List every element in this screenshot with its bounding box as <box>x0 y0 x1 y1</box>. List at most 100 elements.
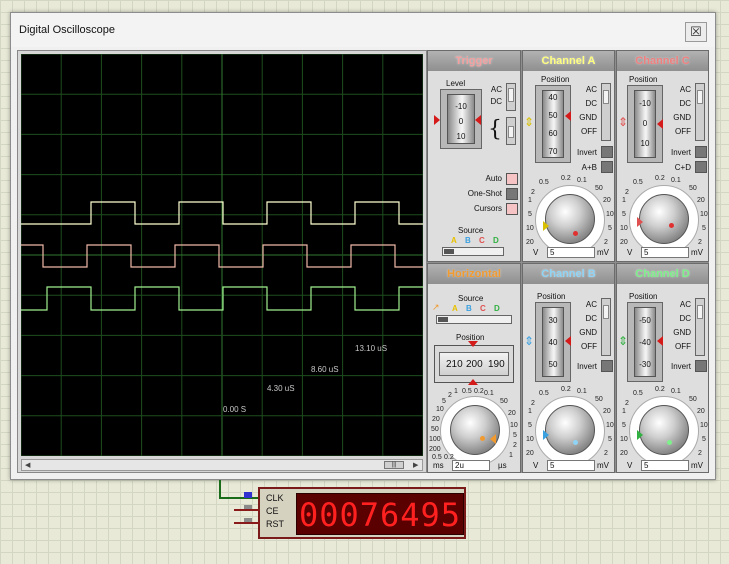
channel-b-scale-knob[interactable] <box>545 405 595 455</box>
trigger-source-d[interactable]: D <box>493 236 499 245</box>
dial-number: 5 <box>702 225 706 232</box>
one-shot-button[interactable] <box>506 188 518 200</box>
drum-tick: 40 <box>548 338 558 347</box>
channel-b-scale-value[interactable]: 5 <box>547 460 595 471</box>
horizontal-source-a[interactable]: A <box>452 304 458 313</box>
trigger-source-b[interactable]: B <box>465 236 471 245</box>
horizontal-source-b[interactable]: B <box>466 304 472 313</box>
ruler-tick: 210 <box>446 359 463 370</box>
horizontal-source-d[interactable]: D <box>494 304 500 313</box>
dial-number: 0.2 <box>655 386 665 393</box>
scroll-thumb[interactable]: ||| <box>384 461 404 469</box>
channel-a-position-drum[interactable]: 40 50 60 70 <box>542 90 564 158</box>
trigger-coupling-switch[interactable] <box>506 83 516 111</box>
channel-b-marker-icon: ⇕ <box>524 334 535 348</box>
channel-c-coupling-gnd[interactable]: GND <box>667 113 691 122</box>
trigger-coupling-dc[interactable]: DC <box>486 97 502 106</box>
dial-number: 10 <box>436 406 444 413</box>
channel-c-scale-value[interactable]: 5 <box>641 247 689 258</box>
time-label-8.60: 8.60 uS <box>311 365 339 374</box>
trigger-source-c[interactable]: C <box>479 236 485 245</box>
channel-b-coupling-switch[interactable] <box>601 298 611 356</box>
channel-d-invert-label: Invert <box>670 362 691 371</box>
channel-d-position-drum[interactable]: -50 -40 -30 <box>634 307 656 377</box>
channel-a-coupling-gnd[interactable]: GND <box>575 113 597 122</box>
channel-c-title: Channel C <box>617 51 708 71</box>
channel-a-coupling-switch[interactable] <box>601 83 611 141</box>
dial-number: 5 <box>528 422 532 429</box>
scope-screen: 13.10 uS 8.60 uS 4.30 uS 0.00 S <box>21 54 423 456</box>
dial-number: 2 <box>604 239 608 246</box>
channel-a-position-marker-icon <box>565 111 571 121</box>
channel-b-coupling-dc[interactable]: DC <box>575 314 597 323</box>
horizontal-timebase-knob[interactable] <box>450 405 500 455</box>
channel-b-coupling-off[interactable]: OFF <box>575 342 597 351</box>
channel-a-coupling-off[interactable]: OFF <box>575 127 597 136</box>
horizontal-scrollbar[interactable]: ◀ ||| ▶ <box>21 459 423 471</box>
channel-d-scale-knob[interactable] <box>639 405 689 455</box>
dial-number: 50 <box>431 426 439 433</box>
dial-number: 10 <box>526 436 534 443</box>
channel-c-combine-button[interactable] <box>695 161 707 173</box>
ruler-drum[interactable]: 210 200 190 <box>439 352 509 376</box>
channel-d-coupling-dc[interactable]: DC <box>667 314 691 323</box>
channel-a-combine-button[interactable] <box>601 161 613 173</box>
channel-a-position-slider[interactable]: 40 50 60 70 <box>535 85 571 163</box>
close-button[interactable]: ☒ <box>685 22 707 42</box>
channel-a-coupling-dc[interactable]: DC <box>575 99 597 108</box>
channel-d-coupling-gnd[interactable]: GND <box>667 328 691 337</box>
slider-thumb[interactable] <box>444 249 454 254</box>
channel-c-coupling-dc[interactable]: DC <box>667 99 691 108</box>
cursors-button[interactable] <box>506 203 518 215</box>
cursors-label: Cursors <box>473 204 502 213</box>
channel-c-coupling-off[interactable]: OFF <box>667 127 691 136</box>
horizontal-source-slope-icon: ↗ <box>432 302 440 312</box>
horizontal-position-ruler[interactable]: 210 200 190 <box>434 345 514 383</box>
channel-d-knob-indicator-icon <box>667 440 672 445</box>
channel-c-coupling-switch[interactable] <box>695 83 705 141</box>
trigger-coupling-ac[interactable]: AC <box>486 85 502 94</box>
channel-d-coupling-off[interactable]: OFF <box>667 342 691 351</box>
trigger-level-drum[interactable]: -10 0 10 <box>447 94 475 144</box>
channel-c-scale-knob[interactable] <box>639 194 689 244</box>
channel-a-marker-icon: ⇕ <box>524 115 535 129</box>
auto-button[interactable] <box>506 173 518 185</box>
scroll-right-icon[interactable]: ▶ <box>413 461 418 469</box>
horizontal-source-slider[interactable] <box>436 315 512 324</box>
title-bar[interactable]: Digital Oscilloscope ☒ <box>11 13 715 47</box>
channel-c-invert-button[interactable] <box>695 146 707 158</box>
dial-number: 50 <box>595 396 603 403</box>
channel-b-coupling-ac[interactable]: AC <box>575 300 597 309</box>
trigger-source-slider[interactable] <box>442 247 504 256</box>
channel-b-invert-button[interactable] <box>601 360 613 372</box>
channel-a-scale-value[interactable]: 5 <box>547 247 595 258</box>
scroll-left-icon[interactable]: ◀ <box>25 461 30 469</box>
channel-a-scale-knob[interactable] <box>545 194 595 244</box>
channel-a-invert-button[interactable] <box>601 146 613 158</box>
dial-number: 10 <box>606 211 614 218</box>
counter-component[interactable]: CLK CE RST 00076495 <box>234 487 466 539</box>
slider-thumb[interactable] <box>438 317 448 322</box>
channel-c-position-drum[interactable]: -10 0 10 <box>634 90 656 158</box>
trigger-source-a[interactable]: A <box>451 236 457 245</box>
channel-c-coupling-ac[interactable]: AC <box>667 85 691 94</box>
trigger-edge-switch[interactable] <box>506 117 516 145</box>
switch-lever <box>603 90 609 104</box>
drum-tick: 10 <box>640 139 650 148</box>
channel-d-coupling-ac[interactable]: AC <box>667 300 691 309</box>
channel-a-coupling-ac[interactable]: AC <box>575 85 597 94</box>
channel-d-coupling-switch[interactable] <box>695 298 705 356</box>
dial-number: 5 <box>442 398 446 405</box>
channel-d-unit-v: V <box>627 461 633 470</box>
dial-number: 2 <box>604 450 608 457</box>
channel-b-invert-label: Invert <box>576 362 597 371</box>
horizontal-timebase-value[interactable]: 2u <box>452 460 490 471</box>
channel-b-position-drum[interactable]: 30 40 50 <box>542 307 564 377</box>
channel-d-scale-value[interactable]: 5 <box>641 460 689 471</box>
channel-d-invert-button[interactable] <box>695 360 707 372</box>
rst-label: RST <box>266 519 284 529</box>
horizontal-source-c[interactable]: C <box>480 304 486 313</box>
dial-number: 1 <box>622 408 626 415</box>
dial-number: 0.5 <box>633 179 643 186</box>
channel-b-coupling-gnd[interactable]: GND <box>575 328 597 337</box>
